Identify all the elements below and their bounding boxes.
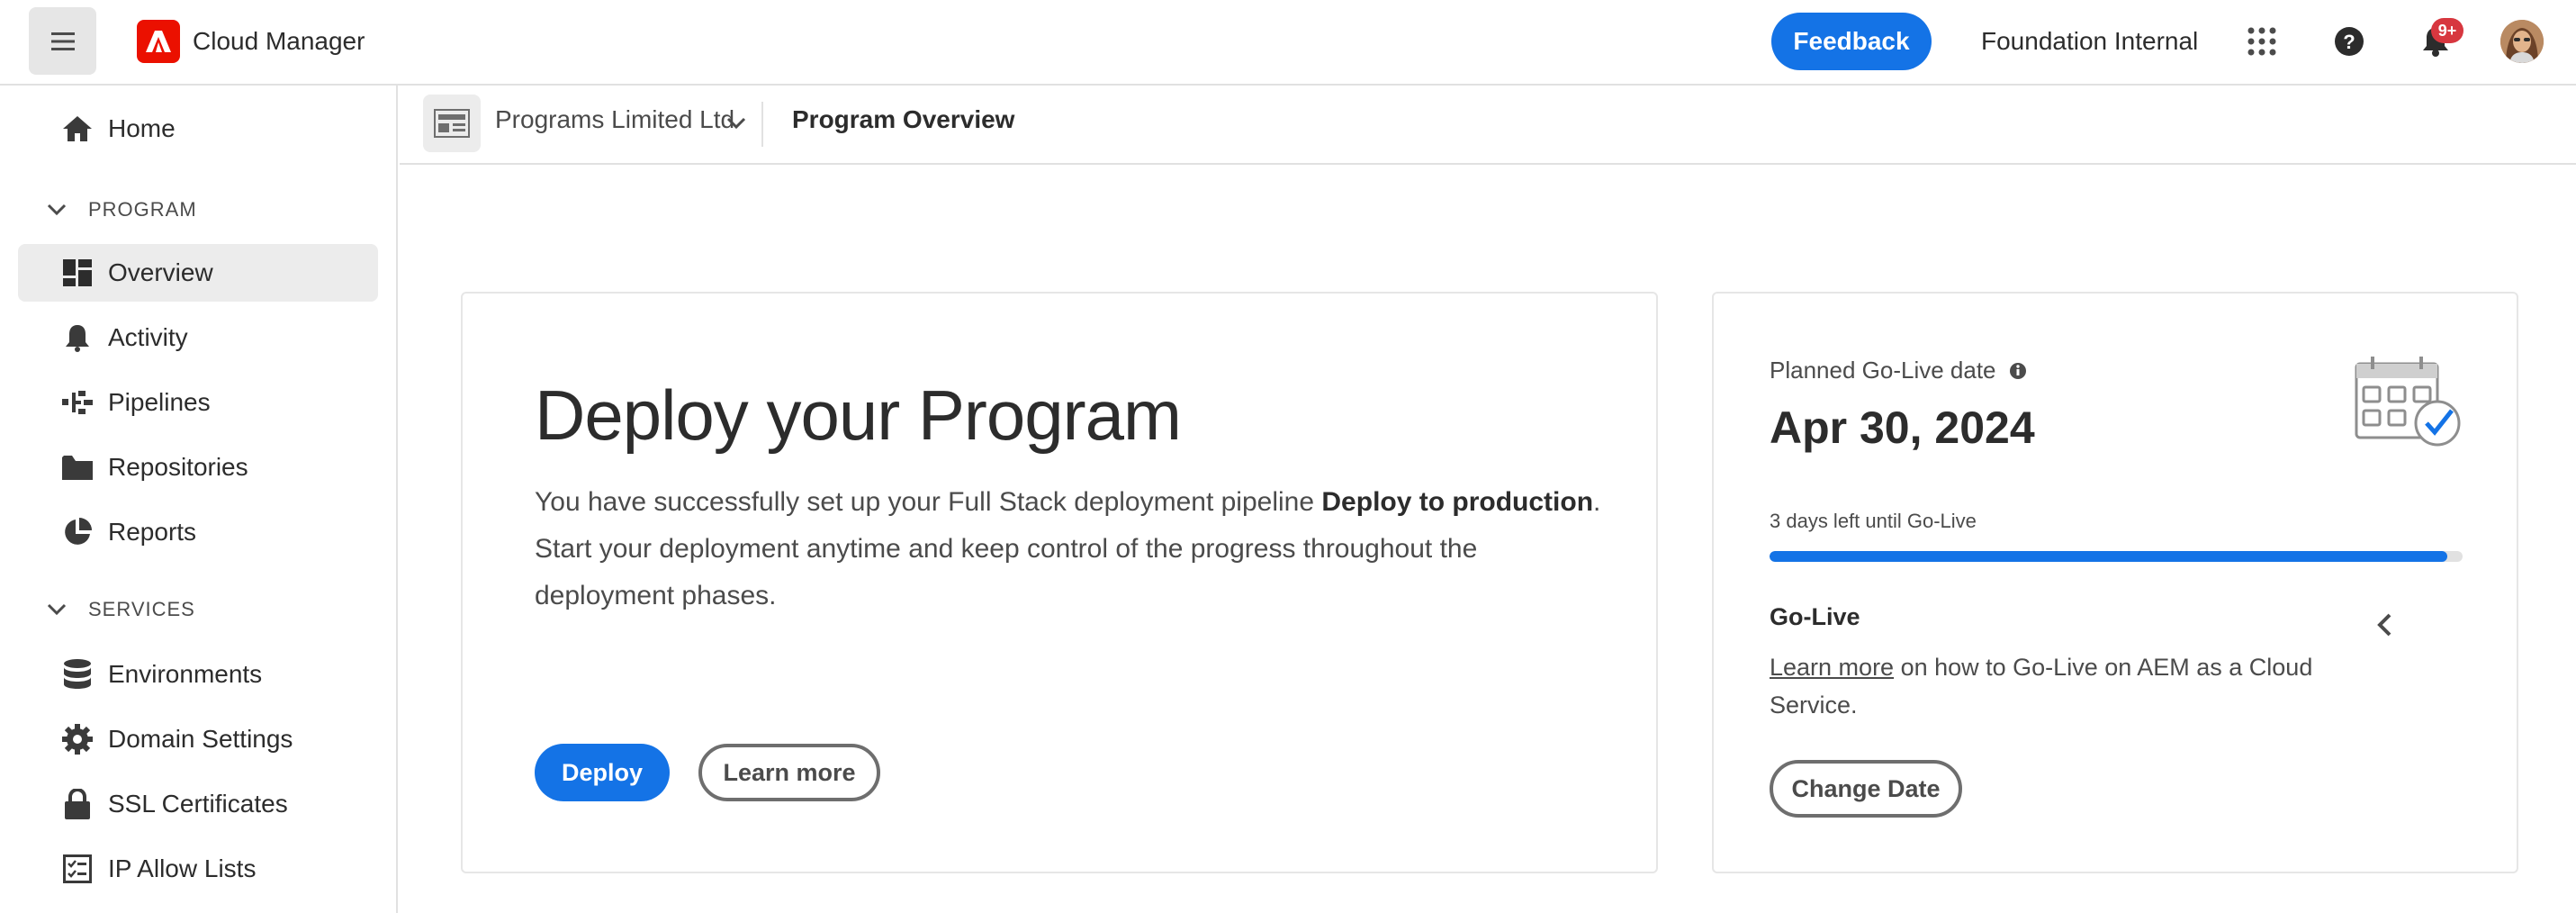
sidebar-item-label: Activity [108,323,188,351]
folder-icon [61,451,94,484]
sidebar-item-label: SSL Certificates [108,790,288,818]
go-live-progress-bar [1770,551,2463,562]
app-title: Cloud Manager [193,27,365,55]
feedback-button[interactable]: Feedback [1771,13,1932,70]
sidebar-item-repositories[interactable]: Repositories [18,438,378,496]
page-title: Program Overview [792,105,1015,133]
sidebar-item-overview[interactable]: Overview [18,244,378,302]
chevron-down-icon [47,203,67,216]
sidebar-item-home[interactable]: Home [18,100,378,158]
menu-icon [50,32,75,50]
go-live-label: Planned Go-Live date [1770,357,2027,384]
description-text: You have successfully set up your Full S… [535,487,1322,517]
deploy-button[interactable]: Deploy [535,744,670,801]
top-bar: Cloud Manager Feedback Foundation Intern… [0,0,2576,86]
go-live-date: Apr 30, 2024 [1770,402,2035,453]
sidebar-item-label: Repositories [108,453,248,481]
program-icon [423,95,481,152]
sidebar-item-ssl-certificates[interactable]: SSL Certificates [18,775,378,833]
sidebar-item-label: Pipelines [108,388,211,416]
adobe-logo[interactable] [137,20,180,63]
sidebar-item-environments[interactable]: Environments [18,646,378,703]
notification-badge: 9+ [2431,18,2463,43]
section-program-toggle[interactable]: PROGRAM [43,192,197,228]
database-icon [61,658,94,691]
sidebar-item-domain-settings[interactable]: Domain Settings [18,710,378,768]
deploy-program-card: Deploy your Program You have successfull… [461,292,1658,873]
go-live-description: Learn more on how to Go-Live on AEM as a… [1770,648,2328,724]
avatar-image [2500,20,2544,63]
sidebar-item-label: Overview [108,258,213,286]
info-icon[interactable] [2009,362,2027,380]
home-icon [61,113,94,145]
svg-text:?: ? [2343,31,2355,53]
days-left-text: 3 days left until Go-Live [1770,510,1977,532]
learn-more-link[interactable]: Learn more [1770,654,1894,681]
breadcrumb-divider [761,102,763,147]
sidebar-item-label: Reports [108,518,197,546]
sidebar-item-label: Domain Settings [108,725,293,753]
checklist-icon [61,853,94,885]
help-button[interactable]: ? [2327,19,2372,64]
help-icon: ? [2335,27,2364,56]
go-live-heading: Go-Live [1770,603,1860,630]
bell-icon [61,321,94,354]
card-title: Deploy your Program [535,375,1182,455]
program-selector[interactable]: Programs Limited Ltd [495,105,734,134]
section-label: SERVICES [88,598,195,620]
adobe-logo-icon [146,31,171,52]
org-switcher[interactable]: Foundation Internal [1981,27,2198,56]
sidebar-item-pipelines[interactable]: Pipelines [18,374,378,431]
go-live-label-text: Planned Go-Live date [1770,357,1996,384]
section-services-toggle[interactable]: SERVICES [43,592,195,628]
sidebar-item-label: Environments [108,660,263,688]
sidebar-item-ip-allow-lists[interactable]: IP Allow Lists [18,840,378,898]
dashboard-icon [61,257,94,289]
calendar-check-icon [2355,357,2461,447]
breadcrumb: Programs Limited Ltd Program Overview [400,86,2576,165]
pie-chart-icon [61,516,94,548]
gear-icon [61,723,94,755]
learn-more-button[interactable]: Learn more [698,744,880,801]
card-description: You have successfully set up your Full S… [535,479,1615,619]
section-label: PROGRAM [88,198,197,221]
go-live-card: Planned Go-Live date Apr 30, 2024 3 days… [1712,292,2518,873]
sidebar-item-activity[interactable]: Activity [18,309,378,366]
chevron-down-icon[interactable] [724,111,749,136]
pipeline-name: Deploy to production [1321,487,1594,517]
pipeline-icon [61,386,94,419]
change-date-button[interactable]: Change Date [1770,760,1962,818]
chevron-down-icon [47,603,67,616]
lock-icon [61,788,94,820]
user-avatar[interactable] [2500,20,2544,63]
apps-grid-icon [2247,27,2276,56]
progress-fill [1770,551,2448,562]
sidebar-item-reports[interactable]: Reports [18,503,378,561]
menu-button[interactable] [29,7,96,75]
apps-button[interactable] [2239,19,2284,64]
chevron-left-icon[interactable] [2369,609,2401,641]
sidebar-item-label: Home [108,114,176,142]
sidebar: Home PROGRAM Overview Activity Pipelines… [0,86,398,913]
sidebar-item-label: IP Allow Lists [108,854,257,882]
